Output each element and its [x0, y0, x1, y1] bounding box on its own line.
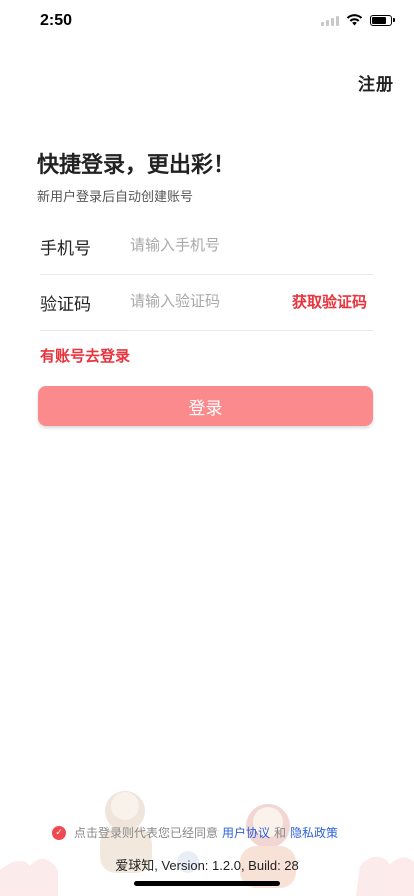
has-account-login-link[interactable]: 有账号去登录 — [40, 345, 130, 366]
status-time: 2:50 — [40, 12, 73, 29]
user-agreement-link[interactable]: 用户协议 — [222, 824, 270, 841]
check-circle-icon[interactable]: ✓ — [52, 825, 66, 840]
agreement-and: 和 — [274, 826, 287, 840]
wifi-icon — [346, 14, 363, 26]
get-code-button[interactable]: 获取验证码 — [292, 291, 367, 312]
page-subtitle: 新用户登录后自动创建账号 — [37, 190, 194, 205]
signal-icon — [321, 14, 339, 26]
login-button[interactable]: 登录 — [38, 386, 373, 426]
status-bar: 2:50 — [0, 0, 414, 44]
register-link[interactable]: 注册 — [358, 70, 394, 95]
version-info: 爱球知, Version: 1.2.0, Build: 28 — [115, 858, 299, 873]
status-icons — [321, 14, 395, 26]
phone-input[interactable] — [130, 232, 280, 258]
agreement-prefix: 点击登录则代表您已经同意 — [74, 826, 219, 840]
battery-level — [372, 16, 387, 24]
code-field-row: 验证码 获取验证码 — [40, 274, 373, 331]
phone-field-row: 手机号 — [40, 218, 373, 275]
privacy-policy-link[interactable]: 隐私政策 — [290, 824, 338, 841]
agreement-row: ✓ 点击登录则代表您已经同意 用户协议 和 隐私政策 — [52, 824, 342, 841]
code-label: 验证码 — [40, 295, 91, 315]
page-title: 快捷登录，更出彩！ — [37, 153, 236, 178]
code-input[interactable] — [130, 288, 280, 314]
home-indicator[interactable] — [134, 881, 280, 886]
battery-icon — [370, 14, 395, 26]
phone-label: 手机号 — [40, 239, 91, 259]
